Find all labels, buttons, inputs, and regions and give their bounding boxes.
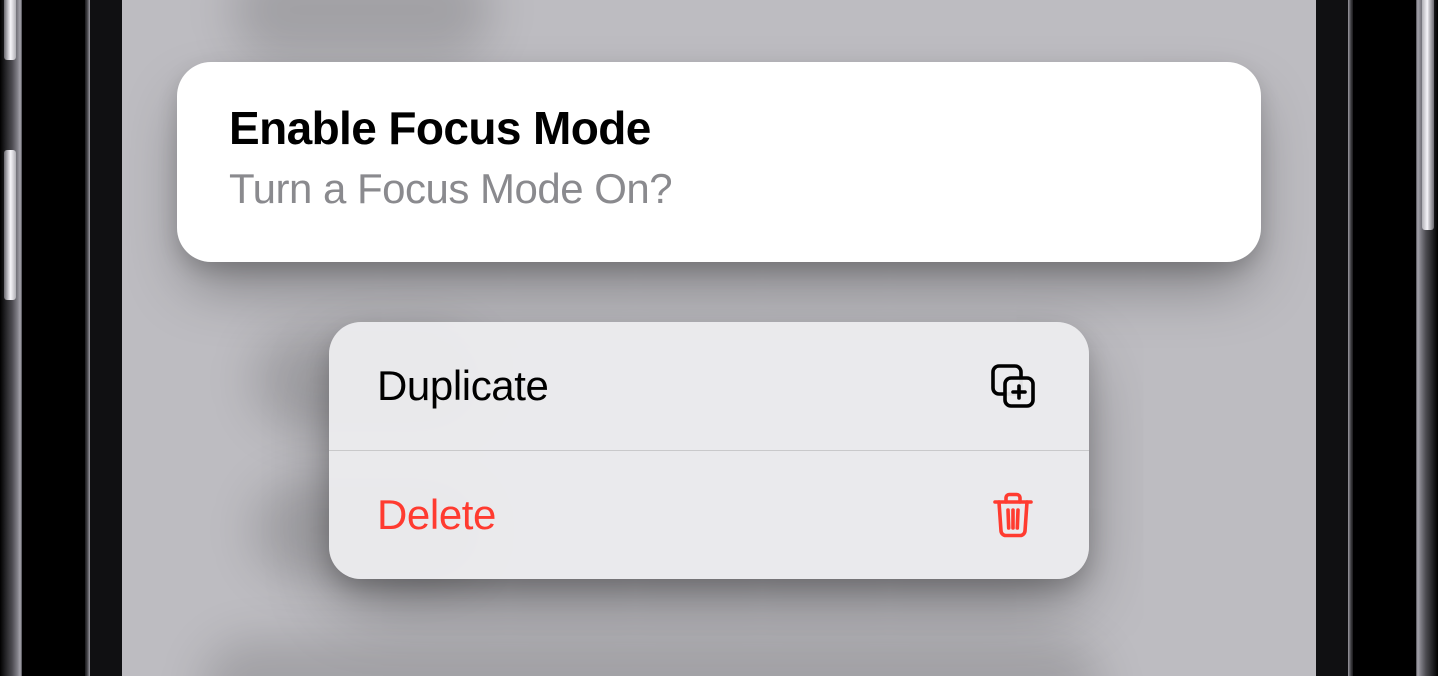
preview-subtitle: Turn a Focus Mode On? — [229, 161, 1209, 218]
device-side-button — [4, 150, 16, 300]
duplicate-icon — [985, 358, 1041, 414]
context-menu: Duplicate Delete — [329, 322, 1089, 579]
context-menu-preview-card[interactable]: Enable Focus Mode Turn a Focus Mode On? — [177, 62, 1261, 262]
device-frame-left — [0, 0, 90, 676]
blurred-background-element — [232, 0, 492, 60]
device-side-button — [1422, 0, 1434, 230]
menu-item-duplicate[interactable]: Duplicate — [329, 322, 1089, 450]
device-side-button — [4, 0, 16, 60]
menu-item-delete[interactable]: Delete — [329, 450, 1089, 579]
menu-item-label: Duplicate — [377, 362, 549, 410]
screen: Enable Focus Mode Turn a Focus Mode On? … — [90, 0, 1348, 676]
preview-title: Enable Focus Mode — [229, 102, 1209, 155]
menu-item-label: Delete — [377, 491, 496, 539]
blurred-background-element — [202, 640, 1102, 676]
trash-icon — [985, 487, 1041, 543]
